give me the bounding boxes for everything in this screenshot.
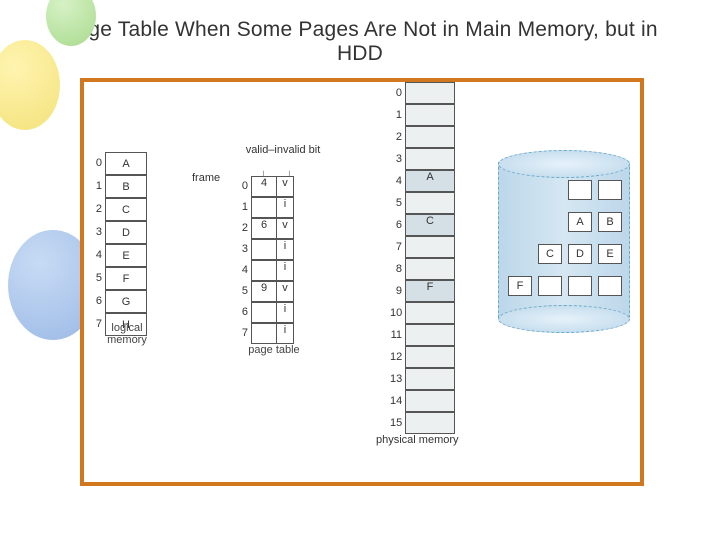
row-index: 1 xyxy=(236,202,248,213)
frame-cell xyxy=(251,197,277,218)
page-table: 04v1i26v3i4i59v6i7i xyxy=(236,176,294,344)
disk-block xyxy=(598,276,622,296)
page-title: Page Table When Some Pages Are Not in Ma… xyxy=(0,0,720,74)
disk-cylinder: AB CDE F xyxy=(498,150,628,330)
row-index: 7 xyxy=(90,319,102,330)
frame-cell xyxy=(251,239,277,260)
frame-cell xyxy=(251,302,277,323)
logical-memory-table: 0A1B2C3D4E5F6G7H xyxy=(90,152,147,336)
row-index: 5 xyxy=(390,198,402,209)
valid-bit-cell: i xyxy=(277,302,294,323)
logical-page-cell: E xyxy=(106,245,147,267)
row-index: 3 xyxy=(236,244,248,255)
row-index: 6 xyxy=(236,307,248,318)
frame-cell: 6 xyxy=(251,218,277,239)
frame-cell xyxy=(251,260,277,281)
row-index: 14 xyxy=(390,396,402,407)
disk-bottom-ellipse xyxy=(498,305,630,333)
valid-bit-cell: v xyxy=(277,176,294,197)
logical-memory-label: logical memory xyxy=(102,322,152,346)
row-index: 6 xyxy=(90,296,102,307)
disk-block: B xyxy=(598,212,622,232)
row-index: 3 xyxy=(390,154,402,165)
row-index: 6 xyxy=(390,220,402,231)
valid-bit-cell: i xyxy=(277,239,294,260)
physical-frame-cell xyxy=(405,368,455,390)
valid-bit-column-label: valid–invalid bit xyxy=(244,144,322,156)
row-index: 1 xyxy=(390,110,402,121)
logical-page-cell: D xyxy=(106,222,147,244)
row-index: 11 xyxy=(390,330,402,341)
valid-bit-cell: i xyxy=(277,323,294,344)
row-index: 4 xyxy=(390,176,402,187)
disk-block xyxy=(598,180,622,200)
row-index: 5 xyxy=(236,286,248,297)
page-table-label: page table xyxy=(244,344,304,356)
row-index: 13 xyxy=(390,374,402,385)
physical-frame-cell xyxy=(405,258,455,280)
physical-frame-cell xyxy=(405,302,455,324)
valid-bit-cell: i xyxy=(277,197,294,218)
disk-top-ellipse xyxy=(498,150,630,178)
frame-cell: 4 xyxy=(251,176,277,197)
row-index: 7 xyxy=(236,328,248,339)
disk-block: D xyxy=(568,244,592,264)
logical-page-cell: B xyxy=(106,176,147,198)
row-index: 7 xyxy=(390,242,402,253)
row-index: 10 xyxy=(390,308,402,319)
logical-page-cell: C xyxy=(106,199,147,221)
physical-frame-cell xyxy=(405,236,455,258)
row-index: 4 xyxy=(90,250,102,261)
physical-frame-cell xyxy=(405,192,455,214)
physical-frame-cell xyxy=(405,324,455,346)
physical-frame-cell xyxy=(405,104,455,126)
row-index: 0 xyxy=(390,88,402,99)
frame-cell: 9 xyxy=(251,281,277,302)
row-index: 3 xyxy=(90,227,102,238)
physical-frame-cell xyxy=(405,82,455,104)
physical-frame-cell xyxy=(405,390,455,412)
diagram-stage: 0A1B2C3D4E5F6G7H logical memory frame va… xyxy=(80,78,644,486)
disk-block xyxy=(538,276,562,296)
disk-block xyxy=(568,276,592,296)
frame-cell xyxy=(251,323,277,344)
row-index: 1 xyxy=(90,181,102,192)
frame-column-label: frame xyxy=(192,172,220,184)
disk-block xyxy=(568,180,592,200)
valid-bit-cell: v xyxy=(277,218,294,239)
logical-page-cell: A xyxy=(106,153,147,175)
valid-bit-cell: v xyxy=(277,281,294,302)
physical-frame-cell: F xyxy=(405,280,455,302)
row-index: 2 xyxy=(236,223,248,234)
physical-frame-cell: C xyxy=(405,214,455,236)
row-index: 12 xyxy=(390,352,402,363)
row-index: 8 xyxy=(390,264,402,275)
physical-frame-cell xyxy=(405,412,455,434)
physical-frame-cell xyxy=(405,126,455,148)
row-index: 5 xyxy=(90,273,102,284)
row-index: 15 xyxy=(390,418,402,429)
row-index: 2 xyxy=(390,132,402,143)
logical-page-cell: G xyxy=(106,291,147,313)
physical-memory-label: physical memory xyxy=(376,434,459,446)
physical-memory-table: 01234A56C789F101112131415 xyxy=(390,82,455,434)
logical-page-cell: F xyxy=(106,268,147,290)
valid-bit-cell: i xyxy=(277,260,294,281)
physical-frame-cell: A xyxy=(405,170,455,192)
row-index: 4 xyxy=(236,265,248,276)
disk-block: E xyxy=(598,244,622,264)
physical-frame-cell xyxy=(405,346,455,368)
row-index: 0 xyxy=(90,158,102,169)
row-index: 0 xyxy=(236,181,248,192)
disk-block: C xyxy=(538,244,562,264)
physical-frame-cell xyxy=(405,148,455,170)
disk-block: F xyxy=(508,276,532,296)
disk-block: A xyxy=(568,212,592,232)
row-index: 9 xyxy=(390,286,402,297)
row-index: 2 xyxy=(90,204,102,215)
